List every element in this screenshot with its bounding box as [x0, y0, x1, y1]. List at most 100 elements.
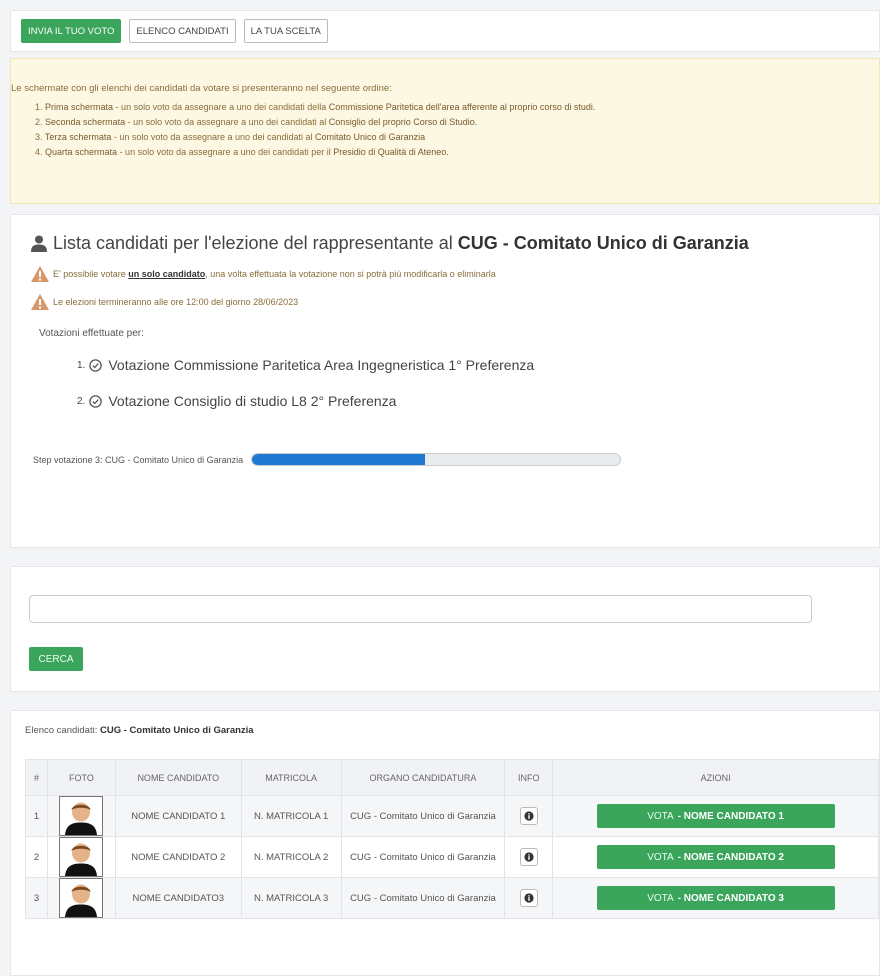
info-icon — [524, 811, 534, 821]
vote-button-prefix: VOTA — [647, 810, 674, 822]
notice-item-text: - un solo voto da assegnare a uno dei ca… — [113, 102, 329, 112]
col-header-organo: ORGANO CANDIDATURA — [340, 759, 506, 796]
candidate-matricola: N. MATRICOLA 1 — [240, 795, 342, 837]
info-cell — [504, 795, 554, 837]
notice-item: 4. Quarta schermata - un solo voto da as… — [35, 147, 869, 157]
notice-item-text: - un solo voto da assegnare a uno dei ca… — [125, 117, 329, 127]
deadline-text: Le elezioni termineranno alle ore 12:00 … — [53, 297, 299, 307]
candidate-organo: CUG - Comitato Unico di Garanzia — [340, 877, 506, 919]
table-row: 2 NOME CANDIDATO 2 N. MATRICOLA 2 CUG - Com… — [25, 836, 879, 878]
notice-item-org: Consiglio del proprio Corso di Studio. — [328, 117, 478, 127]
col-header-photo: FOTO — [46, 759, 116, 796]
notice-list: 1. Prima schermata - un solo voto da ass… — [21, 102, 869, 157]
table-header-row: # FOTO NOME CANDIDATO MATRICOLA ORGANO C… — [25, 759, 879, 796]
candidates-nav-button[interactable]: ELENCO CANDIDATI — [129, 19, 236, 43]
info-cell — [504, 877, 554, 919]
check-circle-icon — [89, 358, 103, 372]
table-row: 3 NOME CANDIDATO3 N. MATRICOLA 3 CUG - Comi… — [25, 877, 879, 919]
list-org: CUG - Comitato Unico di Garanzia — [100, 725, 254, 736]
vote-text: Votazione Consiglio di studio L8 2° Pref… — [108, 393, 397, 409]
info-button[interactable] — [519, 848, 538, 866]
info-button[interactable] — [519, 807, 538, 825]
notice-item-number: 4. — [35, 147, 43, 157]
info-cell — [504, 836, 554, 878]
completed-vote-item: 2. Votazione Consiglio di studio L8 2° P… — [77, 393, 861, 409]
choice-nav-button[interactable]: LA TUA SCELTA — [243, 19, 328, 43]
vote-button-prefix: VOTA — [647, 892, 674, 904]
candidate-name: NOME CANDIDATO 2 — [114, 836, 242, 878]
info-button[interactable] — [519, 889, 538, 907]
warning-text: E' possibile votare — [53, 269, 126, 279]
vote-button-name: - NOME CANDIDATO 3 — [677, 892, 784, 904]
warning-icon — [31, 294, 49, 310]
notice-item-number: 3. — [35, 132, 43, 142]
notice-item-org: Presidio di Qualità di Ateneo. — [333, 147, 449, 157]
step-progress-bar — [251, 453, 622, 466]
avatar — [59, 878, 104, 918]
election-info: Lista candidati per l'elezione del rappr… — [10, 214, 880, 548]
candidate-matricola: N. MATRICOLA 2 — [240, 836, 342, 878]
notice-intro: Le schermate con gli elenchi dei candida… — [11, 83, 392, 94]
person-avatar-icon — [65, 884, 98, 917]
candidate-matricola: N. MATRICOLA 3 — [240, 877, 342, 919]
vote-button-name: - NOME CANDIDATO 2 — [677, 851, 784, 863]
candidate-organo: CUG - Comitato Unico di Garanzia — [340, 795, 506, 837]
candidate-table-body: 1 NOME CANDIDATO 1 N. MATRICOLA 1 CUG - Com… — [25, 795, 879, 919]
page-title: Lista candidati per l'elezione del rappr… — [31, 233, 861, 254]
notice-item-head: Quarta schermata — [45, 147, 118, 157]
search-input[interactable] — [29, 595, 812, 623]
notice-item: 2. Seconda schermata - un solo voto da a… — [35, 117, 869, 127]
candidate-name: NOME CANDIDATO3 — [114, 877, 242, 919]
notice-item-text: - un solo voto da assegnare a uno dei ca… — [111, 132, 316, 142]
notice-item-head: Terza schermata — [44, 132, 112, 142]
photo-cell — [46, 795, 116, 837]
notice-item-org: Comitato Unico di Garanzia — [315, 132, 426, 142]
candidate-organo: CUG - Comitato Unico di Garanzia — [340, 836, 506, 878]
candidate-list-title: Elenco candidati: CUG - Comitato Unico d… — [11, 711, 879, 759]
notice-item-head: Seconda schermata — [45, 117, 126, 127]
photo-cell — [46, 877, 116, 919]
notice-item-number: 1. — [35, 102, 43, 112]
vote-nav-button[interactable]: INVIA IL TUO VOTO — [21, 19, 122, 43]
step-label: Step votazione 3: CUG - Comitato Unico d… — [33, 454, 244, 465]
col-header-info: INFO — [504, 759, 554, 796]
person-avatar-icon — [65, 843, 98, 876]
vote-number: 1. — [77, 359, 86, 371]
notice-item-text: - un solo voto da assegnare a uno dei ca… — [117, 147, 334, 157]
person-avatar-icon — [65, 802, 98, 835]
photo-cell — [46, 836, 116, 878]
candidate-table: # FOTO NOME CANDIDATO MATRICOLA ORGANO C… — [25, 759, 879, 919]
candidate-list-panel: Elenco candidati: CUG - Comitato Unico d… — [10, 710, 880, 976]
notice-item: 3. Terza schermata - un solo voto da ass… — [35, 132, 869, 142]
info-icon — [524, 893, 534, 903]
actions-cell: VOTA - NOME CANDIDATO 2 — [552, 836, 879, 878]
col-header-index: # — [25, 759, 48, 796]
single-candidate-link[interactable]: un solo candidato — [128, 269, 205, 279]
deadline-warning: Le elezioni termineranno alle ore 12:00 … — [31, 294, 861, 310]
title-prefix: Lista candidati per l'elezione del rappr… — [53, 233, 453, 253]
step-progress-fill — [252, 454, 426, 465]
notice-item-org: Commissione Paritetica dell'area afferen… — [328, 102, 596, 112]
vote-candidate-button[interactable]: VOTA - NOME CANDIDATO 1 — [596, 804, 835, 828]
row-index: 1 — [25, 795, 48, 837]
vote-candidate-button[interactable]: VOTA - NOME CANDIDATO 2 — [596, 845, 835, 869]
list-label: Elenco candidati: — [25, 725, 98, 736]
search-panel: CERCA — [10, 566, 880, 692]
order-notice: Le schermate con gli elenchi dei candida… — [10, 58, 880, 204]
info-icon — [524, 852, 534, 862]
notice-item: 1. Prima schermata - un solo voto da ass… — [35, 102, 869, 112]
completed-vote-item: 1. Votazione Commissione Paritetica Area… — [77, 357, 861, 373]
vote-candidate-button[interactable]: VOTA - NOME CANDIDATO 3 — [596, 886, 835, 910]
row-index: 2 — [25, 836, 48, 878]
single-vote-warning: E' possibile votare un solo candidato, u… — [31, 266, 861, 282]
col-header-matricola: MATRICOLA — [240, 759, 342, 796]
votes-done-label: Votazioni effettuate per: — [39, 328, 144, 339]
actions-cell: VOTA - NOME CANDIDATO 1 — [552, 795, 879, 837]
col-header-name: NOME CANDIDATO — [114, 759, 242, 796]
notice-item-number: 2. — [35, 117, 43, 127]
row-index: 3 — [25, 877, 48, 919]
col-header-actions: AZIONI — [552, 759, 879, 796]
warning-icon — [31, 266, 49, 282]
vote-button-prefix: VOTA — [647, 851, 674, 863]
search-button[interactable]: CERCA — [29, 647, 83, 671]
